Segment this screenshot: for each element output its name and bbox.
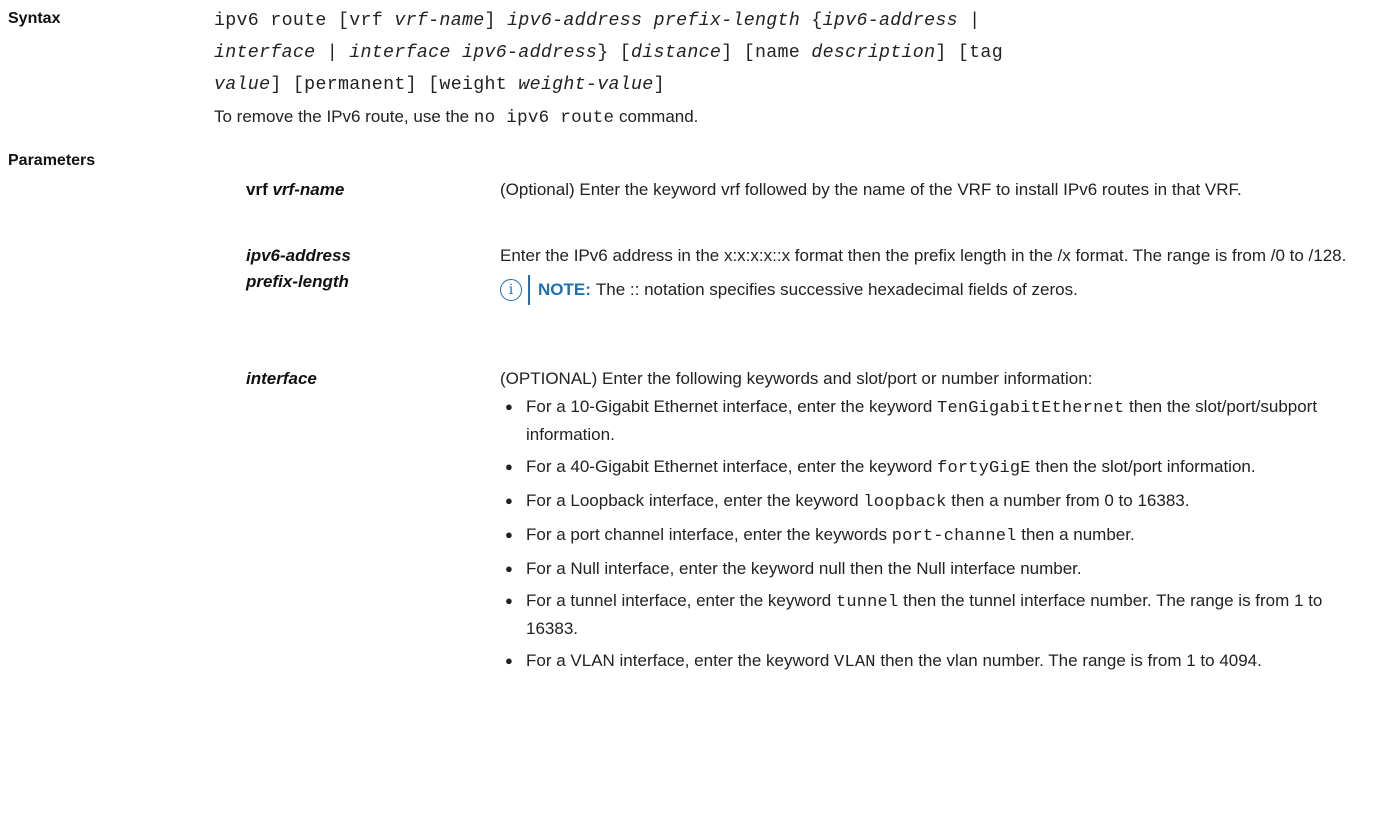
bullet-keyword: TenGigabitEthernet (937, 399, 1125, 418)
syntax-argument: interface ipv6-address (349, 43, 598, 63)
bullet-text: For a 40-Gigabit Ethernet interface, ent… (526, 457, 938, 476)
interface-bullet-item: ● For a tunnel interface, enter the keywo… (500, 588, 1360, 642)
param-name-ipv6: ipv6-address prefix-length (246, 243, 351, 295)
bullet-text: For a 10-Gigabit Ethernet interface, ent… (526, 397, 938, 416)
syntax-line: ipv6 route [vrf vrf-name] ipv6-address p… (214, 5, 1364, 37)
bullet-dot-icon: ● (505, 653, 513, 668)
bullet-keyword: loopback (863, 493, 947, 512)
bullet-text-post: then a number. (1016, 525, 1135, 544)
parameters-label: Parameters (8, 152, 96, 169)
bullet-text-post: then the slot/port information. (1030, 457, 1256, 476)
interface-bullet-item: ● For a 10-Gigabit Ethernet interface, en… (500, 394, 1360, 448)
syntax-keyword: ] [permanent] [weight (270, 75, 519, 95)
remove-text-post: command. (614, 107, 699, 126)
interface-bullet-item: ● For a 40-Gigabit Ethernet interface, en… (500, 454, 1360, 482)
remove-text-pre: To remove the IPv6 route, use the (214, 107, 474, 126)
param-interface-name: interface (246, 369, 317, 388)
syntax-keyword: } [ (597, 43, 632, 63)
interface-bullet-item: ● For a Loopback interface, enter the key… (500, 488, 1360, 516)
syntax-keyword: ] [name (721, 43, 812, 63)
syntax-keyword: | (315, 43, 350, 63)
bullet-dot-icon: ● (505, 399, 513, 414)
syntax-line: value] [permanent] [weight weight-value] (214, 69, 1364, 101)
bullet-dot-icon: ● (505, 527, 513, 542)
syntax-label: Syntax (8, 10, 61, 27)
param-vrf-arg: vrf-name (272, 180, 345, 199)
bullet-text: For a VLAN interface, enter the keyword (526, 651, 835, 670)
bullet-text: For a port channel interface, enter the … (526, 525, 892, 544)
param-name-vrf: vrf vrf-name (246, 177, 344, 203)
bullet-text: For a Loopback interface, enter the keyw… (526, 491, 864, 510)
interface-bullet-item: ● For a VLAN interface, enter the keyword… (500, 648, 1360, 676)
bullet-dot-icon: ● (505, 561, 513, 576)
bullet-keyword: fortyGigE (937, 459, 1031, 478)
syntax-argument: vrf-name (394, 11, 485, 31)
param-ipv6-desc-text: Enter the IPv6 address in the x:x:x:x::x… (500, 246, 1347, 265)
interface-bullet-item: ● For a port channel interface, enter the… (500, 522, 1360, 550)
syntax-argument: description (811, 43, 936, 63)
remove-instruction: To remove the IPv6 route, use the no ipv… (214, 104, 698, 131)
syntax-keyword: ipv6 route [vrf (214, 11, 395, 31)
info-icon: i (500, 279, 522, 301)
param-desc-ipv6: Enter the IPv6 address in the x:x:x:x::x… (500, 243, 1360, 305)
syntax-keyword: { (800, 11, 823, 31)
bullet-text: For a tunnel interface, enter the keywor… (526, 591, 836, 610)
param-ipv6-line2: prefix-length (246, 272, 349, 291)
syntax-argument: value (214, 75, 271, 95)
bullet-dot-icon: ● (505, 459, 513, 474)
bullet-dot-icon: ● (505, 593, 513, 608)
syntax-keyword: ] (653, 75, 665, 95)
bullet-text-post: then the vlan number. The range is from … (875, 651, 1262, 670)
bullet-keyword: VLAN (834, 653, 876, 672)
bullet-keyword: tunnel (835, 593, 899, 612)
remove-command: no ipv6 route (473, 108, 615, 128)
syntax-argument: weight-value (518, 75, 654, 95)
syntax-keyword: ] (484, 11, 508, 31)
syntax-argument: distance (631, 43, 722, 63)
interface-bullet-list: ● For a 10-Gigabit Ethernet interface, en… (500, 394, 1360, 676)
syntax-line: interface | interface ipv6-address} [dis… (214, 37, 1364, 69)
interface-bullet-item: ● For a Null interface, enter the keyword… (500, 556, 1360, 582)
bullet-text-post: then a number from 0 to 16383. (946, 491, 1190, 510)
syntax-argument: interface (214, 43, 316, 63)
param-desc-vrf: (Optional) Enter the keyword vrf followe… (500, 180, 1242, 199)
bullet-keyword: port-channel (891, 527, 1017, 546)
syntax-keyword: | (957, 11, 981, 31)
syntax-argument: ipv6-address (822, 11, 958, 31)
param-interface-intro: (OPTIONAL) Enter the following keywords … (500, 369, 1093, 388)
note-divider (528, 275, 530, 305)
param-ipv6-line1: ipv6-address (246, 246, 351, 265)
note-text: The :: notation specifies successive hex… (595, 280, 1078, 299)
param-name-interface: interface (246, 366, 317, 392)
note-box: i NOTE: The :: notation specifies succes… (500, 275, 1360, 305)
param-vrf-keyword: vrf (246, 180, 268, 199)
syntax-argument: ipv6-address prefix-length (507, 11, 801, 31)
param-desc-interface: (OPTIONAL) Enter the following keywords … (500, 366, 1360, 682)
syntax-keyword: ] [tag (935, 43, 1003, 63)
bullet-text: For a Null interface, enter the keyword … (526, 559, 1082, 578)
bullet-dot-icon: ● (505, 493, 513, 508)
note-label: NOTE: (538, 280, 591, 299)
syntax-command: ipv6 route [vrf vrf-name] ipv6-address p… (214, 5, 1364, 101)
